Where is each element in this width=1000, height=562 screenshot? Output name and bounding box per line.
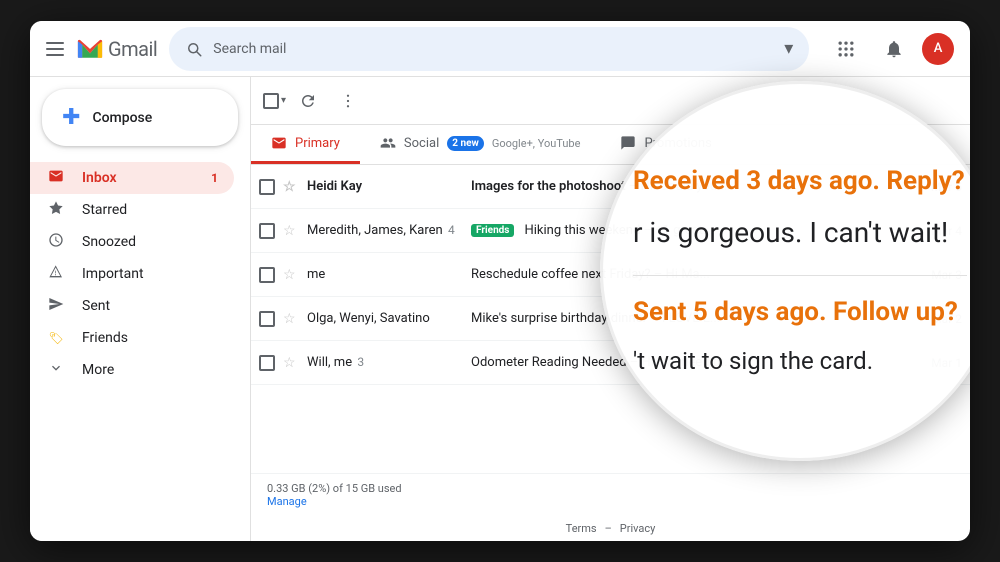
hamburger-icon[interactable] xyxy=(46,42,64,56)
sidebar-item-more[interactable]: More xyxy=(30,354,234,386)
magnifier-content: Received 3 days ago. Reply? r is gorgeou… xyxy=(633,165,967,377)
star-icon-3[interactable]: ☆ xyxy=(283,267,303,283)
compose-plus-icon: ✚ xyxy=(62,105,80,130)
sidebar-item-sent[interactable]: Sent xyxy=(30,290,234,322)
inbox-label: Inbox xyxy=(82,170,117,186)
sidebar-item-starred[interactable]: Starred xyxy=(30,194,234,226)
row-checkbox-2[interactable] xyxy=(259,223,279,239)
friends-tag: Friends xyxy=(471,224,514,237)
star-icon-1[interactable]: ☆ xyxy=(283,179,303,195)
row-checkbox-1[interactable] xyxy=(259,179,279,195)
terms-link[interactable]: Terms xyxy=(566,522,597,535)
snoozed-label: Snoozed xyxy=(82,234,136,250)
important-icon xyxy=(46,264,66,284)
apps-grid-icon[interactable] xyxy=(826,29,866,69)
sender-5: Will, me 3 xyxy=(307,355,467,370)
terms-footer: Terms – Privacy xyxy=(251,516,970,541)
more-toolbar-button[interactable] xyxy=(330,83,366,119)
sender-4: Olga, Wenyi, Savatino xyxy=(307,311,467,326)
sent-icon xyxy=(46,296,66,316)
storage-footer: 0.33 GB (2%) of 15 GB used Manage xyxy=(251,473,970,516)
magnifier-divider xyxy=(633,275,967,276)
more-icon xyxy=(46,360,66,380)
magnifier-line3: Sent 5 days ago. Follow up? xyxy=(633,296,967,330)
magnifier-line2: r is gorgeous. I can't wait! xyxy=(633,215,967,251)
top-bar: Gmail Search mail ▾ A xyxy=(30,21,970,77)
gmail-logo: Gmail xyxy=(76,37,157,61)
social-badge: 2 new xyxy=(447,136,484,151)
notifications-icon[interactable] xyxy=(874,29,914,69)
sidebar-item-inbox[interactable]: Inbox 1 xyxy=(30,162,234,194)
inbox-badge: 1 xyxy=(211,171,218,185)
compose-label: Compose xyxy=(92,110,152,126)
search-placeholder: Search mail xyxy=(213,41,774,57)
compose-button[interactable]: ✚ Compose xyxy=(42,89,238,146)
search-icon xyxy=(185,40,203,58)
starred-label: Starred xyxy=(82,202,127,218)
sidebar-item-snoozed[interactable]: Snoozed xyxy=(30,226,234,258)
storage-text: 0.33 GB (2%) of 15 GB used xyxy=(267,482,402,495)
starred-icon xyxy=(46,200,66,220)
search-chevron-icon[interactable]: ▾ xyxy=(784,38,793,59)
search-bar[interactable]: Search mail ▾ xyxy=(169,27,809,71)
row-checkbox-5[interactable] xyxy=(259,355,279,371)
inbox-icon xyxy=(46,168,66,188)
sent-label: Sent xyxy=(82,298,110,314)
magnifier-line4: 't wait to sign the card. xyxy=(633,346,967,377)
magnifier-line1: Received 3 days ago. Reply? xyxy=(633,165,967,199)
star-icon-4[interactable]: ☆ xyxy=(283,311,303,327)
refresh-button[interactable] xyxy=(290,83,326,119)
star-icon-2[interactable]: ☆ xyxy=(283,223,303,239)
row-checkbox-3[interactable] xyxy=(259,267,279,283)
sidebar-item-important[interactable]: Important xyxy=(30,258,234,290)
privacy-link[interactable]: Privacy xyxy=(620,522,656,535)
tab-primary[interactable]: Primary xyxy=(251,125,360,164)
select-all-checkbox[interactable]: ▾ xyxy=(263,93,286,109)
friends-label: Friends xyxy=(82,330,128,346)
sidebar: ✚ Compose Inbox 1 Starred Sn xyxy=(30,77,250,541)
sender-3: me xyxy=(307,267,467,282)
important-label: Important xyxy=(82,266,144,282)
checkbox[interactable] xyxy=(263,93,279,109)
sidebar-item-friends[interactable]: 🏷 Friends xyxy=(30,322,234,354)
sender-2: Meredith, James, Karen 4 xyxy=(307,223,467,238)
more-label: More xyxy=(82,362,114,378)
manage-link[interactable]: Manage xyxy=(267,495,307,508)
gmail-text: Gmail xyxy=(108,37,157,61)
tab-social-label: Social xyxy=(404,136,439,151)
sender-1: Heidi Kay xyxy=(307,179,467,194)
friends-icon: 🏷 xyxy=(46,331,66,345)
social-sub: Google+, YouTube xyxy=(492,137,581,150)
star-icon-5[interactable]: ☆ xyxy=(283,355,303,371)
avatar[interactable]: A xyxy=(922,33,954,65)
snoozed-icon xyxy=(46,232,66,252)
tab-social[interactable]: Social 2 new Google+, YouTube xyxy=(360,125,601,164)
top-right-actions: A xyxy=(826,29,954,69)
device-frame: Gmail Search mail ▾ A xyxy=(30,21,970,541)
row-checkbox-4[interactable] xyxy=(259,311,279,327)
tab-primary-label: Primary xyxy=(295,136,340,151)
